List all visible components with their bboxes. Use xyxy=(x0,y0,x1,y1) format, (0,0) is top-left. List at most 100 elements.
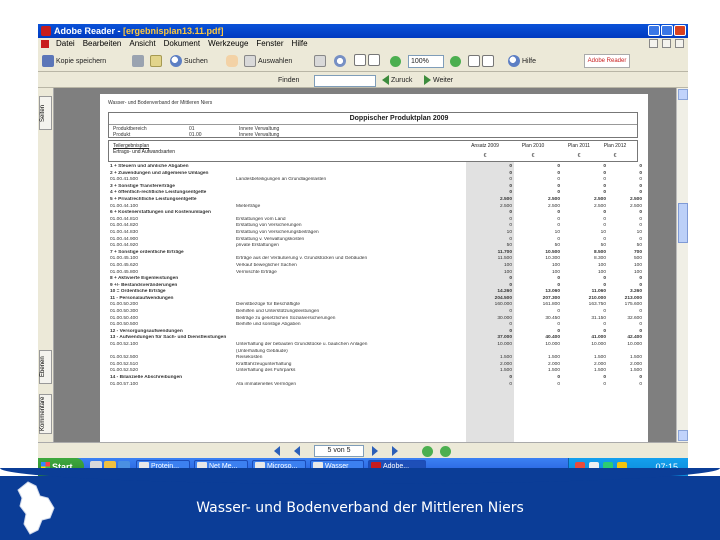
save-copy-button[interactable]: Kopie speichern xyxy=(42,53,106,69)
row-code: 2 + Zuwendungen und allgemeine Umlagen xyxy=(110,170,209,176)
menu-werkzeuge[interactable]: Werkzeuge xyxy=(204,38,252,50)
table-row: 01.00.44.920 private Erstattungen 50 50 50 50 xyxy=(108,243,642,250)
value-2009: 11.500 xyxy=(497,256,512,262)
slide-footer-text: Wasser- und Bodenverband der Mittleren N… xyxy=(196,500,524,516)
back-button[interactable]: Zuruck xyxy=(382,72,412,88)
value-2009: 10.000 xyxy=(497,342,512,348)
value-2009: 1.500 xyxy=(499,368,512,374)
value-2009: 0 xyxy=(509,210,512,216)
save-icon xyxy=(42,55,54,67)
doc-restore-button[interactable] xyxy=(662,39,671,48)
value-2009: 0 xyxy=(509,276,512,282)
tab-seiten[interactable]: Seiten xyxy=(39,96,52,130)
document-window-controls xyxy=(649,39,684,48)
value-2010: 2.500 xyxy=(547,196,560,202)
last-page-icon xyxy=(392,446,398,456)
help-button[interactable]: Hilfe xyxy=(508,53,536,69)
select-tool-label: Auswahlen xyxy=(258,57,293,65)
page-view-buttons[interactable] xyxy=(468,53,494,69)
forward-button[interactable]: Weiter xyxy=(424,72,453,88)
row-code: 8 + Aktivierte Eigenleistungen xyxy=(110,276,179,282)
print-button[interactable] xyxy=(132,53,144,69)
value-2010: 100 xyxy=(551,269,560,275)
value-2010: 1.500 xyxy=(547,355,560,361)
minimize-button[interactable] xyxy=(648,25,660,36)
vertical-scrollbar[interactable] xyxy=(676,88,688,442)
row-description: Erträge aus der Veräußerung v. Grundstüc… xyxy=(236,256,368,262)
doc-minimize-button[interactable] xyxy=(649,39,658,48)
scroll-up-button[interactable] xyxy=(678,89,688,100)
document-viewport[interactable]: Wasser- und Bodenverband der Mittleren N… xyxy=(54,88,676,442)
doc-close-button[interactable] xyxy=(675,39,684,48)
zoom-out-button[interactable] xyxy=(390,53,401,69)
tab-kommentare[interactable]: Kommentare xyxy=(39,394,52,434)
value-2009: 0 xyxy=(509,322,512,328)
first-page-button[interactable] xyxy=(274,446,285,456)
maximize-button[interactable] xyxy=(661,25,673,36)
value-2010: 1.500 xyxy=(547,368,560,374)
row-description: Dienstbezüge für Beschäftigte xyxy=(236,302,300,308)
arrow-right-icon xyxy=(424,75,431,85)
value-2010: 10.000 xyxy=(545,342,560,348)
row-code: 01.00.45.620 xyxy=(110,262,139,268)
row-code: 7 + Sonstige ordentliche Erträge xyxy=(110,249,184,255)
last-page-button[interactable] xyxy=(392,446,403,456)
table-row: 01.00.44.820 Erstattung von Versicherunge… xyxy=(108,223,642,230)
row-description: Reisekosten xyxy=(236,355,263,361)
row-code: 01.00.50.200 xyxy=(110,302,139,308)
page-nav-prev-group[interactable] xyxy=(354,52,380,68)
snapshot-button[interactable] xyxy=(314,53,326,69)
value-2010: 0 xyxy=(557,164,560,169)
adobe-reader-logo: Adobe Reader xyxy=(584,54,630,68)
go-back-button[interactable] xyxy=(422,446,433,457)
divider xyxy=(109,124,637,125)
zoom-field[interactable]: 100% xyxy=(408,54,444,68)
menu-bearbeiten[interactable]: Bearbeiten xyxy=(79,38,126,50)
select-tool-button[interactable]: Auswahlen xyxy=(244,53,292,69)
window-title-file: [ergebnisplan13.11.pdf] xyxy=(123,26,224,36)
table-header-left: Teilergebnisplan Ertrags- und Aufwandsar… xyxy=(113,143,175,155)
previous-page-icon xyxy=(294,446,300,456)
text-select-icon xyxy=(244,55,256,67)
zoom-plus-button[interactable] xyxy=(450,53,461,69)
next-page-button[interactable] xyxy=(372,446,383,456)
zoom-combobox[interactable]: 100% xyxy=(408,53,444,69)
document-title: Doppischer Produktplan 2009 xyxy=(349,115,449,122)
scroll-down-button[interactable] xyxy=(678,430,688,441)
row-code: 01.00.44.830 xyxy=(110,229,139,235)
email-button[interactable] xyxy=(150,53,162,69)
page-number-field[interactable]: 5 von 5 xyxy=(314,445,364,457)
row-description: Unterhaltung des Fuhrparks xyxy=(236,368,296,374)
table-row: 6 + Kostenerstattungen und Kostenumlagen… xyxy=(108,210,642,217)
table-row: 5 + Privatrechtliche Leistungsentgelte 2.… xyxy=(108,196,642,204)
previous-page-button[interactable] xyxy=(294,446,305,456)
value-2009: 0 xyxy=(509,216,512,222)
menu-ansicht[interactable]: Ansicht xyxy=(125,38,159,50)
scroll-thumb[interactable] xyxy=(678,203,688,243)
table-row: 4 + öffentlich-rechtliche Leistungsentge… xyxy=(108,190,642,197)
find-input[interactable] xyxy=(314,75,376,87)
value-2009: 100 xyxy=(503,262,512,268)
value-2009: 160.000 xyxy=(494,302,512,308)
menu-hilfe[interactable]: Hilfe xyxy=(288,38,312,50)
row-code: 01.00.41.500 xyxy=(110,177,139,183)
menu-dokument[interactable]: Dokument xyxy=(160,38,204,50)
find-field-wrap[interactable] xyxy=(314,73,376,89)
meta-row: Produkt 01.00 Innere Verwaltung xyxy=(113,132,279,138)
hand-tool-button[interactable] xyxy=(226,53,238,69)
menu-fenster[interactable]: Fenster xyxy=(252,38,287,50)
tab-ebenen[interactable]: Ebenen xyxy=(39,350,52,384)
close-button[interactable] xyxy=(674,25,686,36)
value-2012: 10 xyxy=(636,229,642,235)
go-forward-button[interactable] xyxy=(440,446,451,457)
value-2010: 13.060 xyxy=(545,289,560,295)
row-description: (Unterhaltung Gebäude) xyxy=(236,348,288,354)
menu-datei[interactable]: Datei xyxy=(52,38,79,50)
value-2012: 1.500 xyxy=(629,355,642,361)
value-2010: 100 xyxy=(551,262,560,268)
row-description: Mieterträge xyxy=(236,203,261,209)
year-unit: € xyxy=(531,153,535,159)
zoom-in-button[interactable] xyxy=(334,53,346,69)
search-button[interactable]: Suchen xyxy=(170,53,208,69)
plus-icon xyxy=(450,55,461,67)
